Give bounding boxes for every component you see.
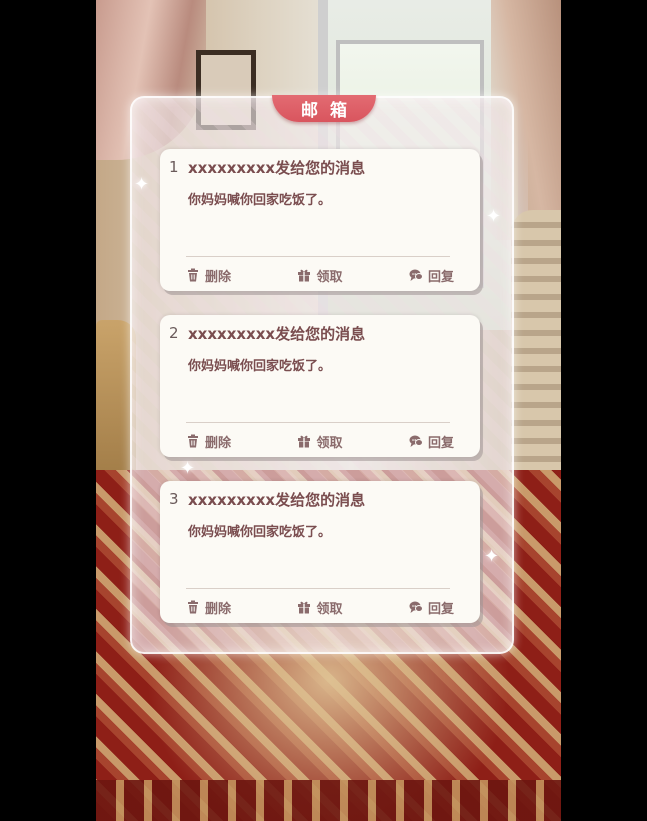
message-card: 1 xxxxxxxxx发给您的消息 你妈妈喊你回家吃饭了。 删除 领取 回复 [160,149,480,291]
sparkle-icon: ✦ [484,546,500,567]
claim-button[interactable]: 领取 [297,432,343,451]
reply-label: 回复 [427,435,454,451]
message-body: 你妈妈喊你回家吃饭了。 [188,525,332,540]
message-divider [186,588,450,589]
message-card: 3 xxxxxxxxx发给您的消息 你妈妈喊你回家吃饭了。 删除 领取 回复 [160,481,480,623]
message-number: 2 [169,324,179,342]
message-divider [186,256,450,257]
trash-icon [188,434,198,448]
background-carpet-border [96,780,561,821]
mailbox-title: 邮箱 [301,101,359,121]
chat-bubble-icon [409,601,423,613]
message-number: 3 [169,490,179,508]
message-actions: 删除 领取 回复 [186,431,454,451]
reply-label: 回复 [427,269,454,285]
sparkle-icon: ✦ [134,174,150,195]
reply-label: 回复 [427,601,454,617]
trash-icon [188,600,198,614]
message-actions: 删除 领取 回复 [186,597,454,617]
message-divider [186,422,450,423]
message-sender: xxxxxxxxx发给您的消息 [188,491,366,509]
gift-icon [298,269,311,282]
delete-button[interactable]: 删除 [186,266,231,285]
message-actions: 删除 领取 回复 [186,265,454,285]
message-number: 1 [169,158,179,176]
gift-icon [298,601,311,614]
message-card: 2 xxxxxxxxx发给您的消息 你妈妈喊你回家吃饭了。 删除 领取 回复 [160,315,480,457]
claim-label: 领取 [316,435,343,451]
reply-button[interactable]: 回复 [409,598,454,617]
gift-icon [298,435,311,448]
message-body: 你妈妈喊你回家吃饭了。 [188,193,332,208]
background-armchair [511,210,561,470]
delete-label: 删除 [205,435,232,451]
delete-label: 删除 [205,601,232,617]
sparkle-icon: ✦ [180,458,196,479]
delete-button[interactable]: 删除 [186,432,231,451]
reply-button[interactable]: 回复 [409,432,454,451]
delete-label: 删除 [205,269,232,285]
sparkle-icon: ✦ [486,206,502,227]
delete-button[interactable]: 删除 [186,598,231,617]
claim-button[interactable]: 领取 [297,598,343,617]
chat-bubble-icon [409,435,423,447]
trash-icon [188,268,198,282]
message-sender: xxxxxxxxx发给您的消息 [188,325,366,343]
message-sender: xxxxxxxxx发给您的消息 [188,159,366,177]
message-body: 你妈妈喊你回家吃饭了。 [188,359,332,374]
claim-button[interactable]: 领取 [297,266,343,285]
claim-label: 领取 [316,269,343,285]
claim-label: 领取 [316,601,343,617]
reply-button[interactable]: 回复 [409,266,454,285]
mailbox-title-tab: 邮箱 [272,95,376,122]
chat-bubble-icon [409,269,423,281]
